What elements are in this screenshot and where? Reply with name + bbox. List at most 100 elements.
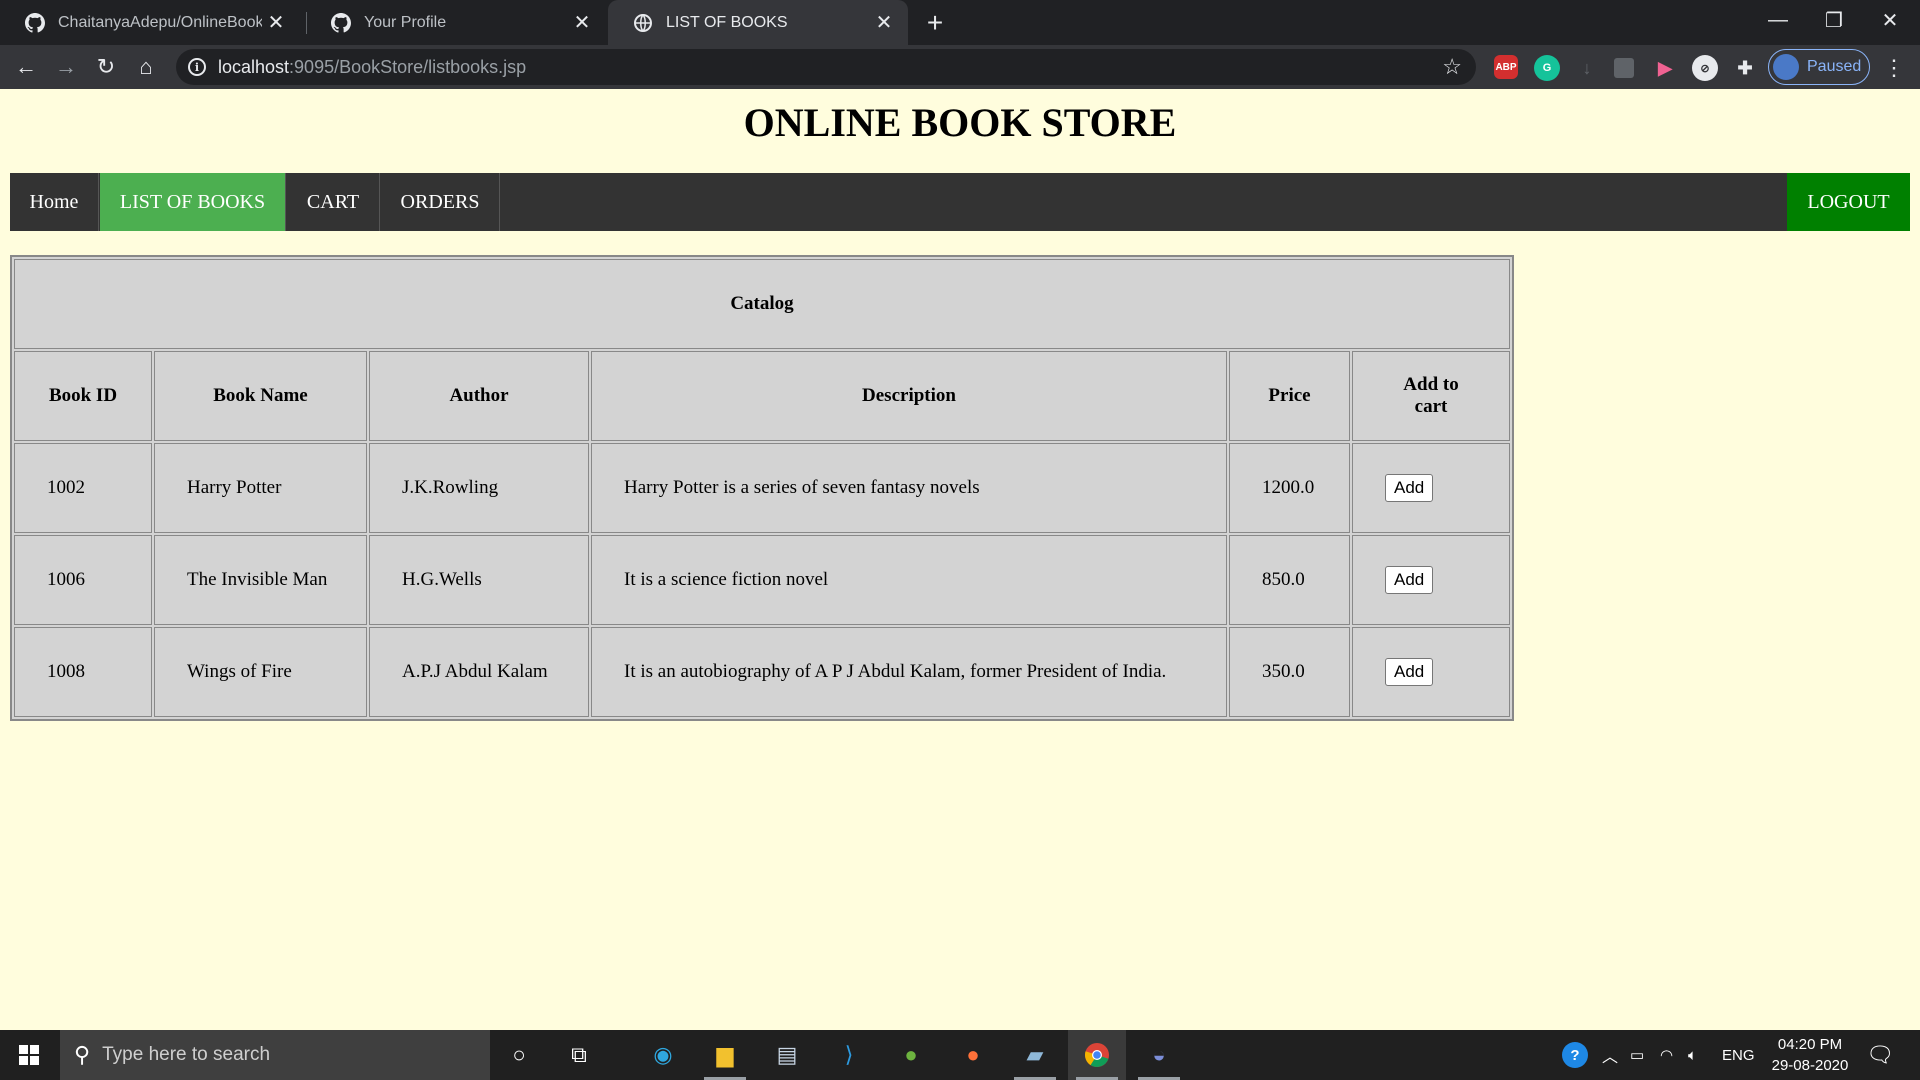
- table-caption: Catalog: [14, 259, 1510, 349]
- column-header: Author: [369, 351, 589, 441]
- book-name-cell: The Invisible Man: [154, 535, 367, 625]
- new-tab-button[interactable]: +: [918, 6, 952, 40]
- author-cell: J.K.Rowling: [369, 443, 589, 533]
- table-row: 1002 Harry Potter J.K.Rowling Harry Pott…: [14, 443, 1510, 533]
- price-cell: 850.0: [1229, 535, 1350, 625]
- wifi-icon[interactable]: ◠: [1660, 1030, 1673, 1080]
- clock-time: 04:20 PM: [1777, 1036, 1843, 1053]
- reload-icon[interactable]: ↻: [90, 51, 122, 83]
- chevron-up-icon[interactable]: ︿: [1602, 1030, 1618, 1080]
- notepad-icon[interactable]: ▰: [1006, 1030, 1064, 1080]
- restore-icon[interactable]: ❐: [1806, 0, 1862, 40]
- spring-tools-icon[interactable]: ●: [882, 1030, 940, 1080]
- close-icon[interactable]: ✕: [870, 9, 898, 37]
- chrome-icon[interactable]: [1068, 1030, 1126, 1080]
- book-id-cell: 1002: [14, 443, 152, 533]
- search-placeholder: Type here to search: [102, 1044, 271, 1065]
- back-icon[interactable]: ←: [10, 51, 42, 83]
- task-view-icon[interactable]: ⧉: [550, 1030, 608, 1080]
- tab-your-profile[interactable]: Your Profile ✕: [306, 0, 606, 45]
- column-header: Book Name: [154, 351, 367, 441]
- search-icon: ⚲: [74, 1042, 91, 1067]
- nav-list-of-books[interactable]: LIST OF BOOKS: [100, 173, 286, 231]
- globe-icon: [632, 12, 654, 34]
- browser-tab-bar: ChaitanyaAdepu/OnlineBookStor ✕ Your Pro…: [0, 0, 1920, 45]
- catalog-table: Catalog Book ID Book Name Author Descrip…: [10, 255, 1514, 721]
- logout-button[interactable]: LOGOUT: [1787, 173, 1910, 231]
- profile-button[interactable]: Paused: [1768, 49, 1870, 85]
- download-icon[interactable]: ↓: [1574, 55, 1600, 81]
- github-icon: [330, 12, 352, 34]
- battery-icon[interactable]: ▭: [1630, 1030, 1644, 1080]
- close-window-icon[interactable]: ✕: [1862, 0, 1918, 40]
- forward-icon[interactable]: →: [50, 51, 82, 83]
- table-row: 1006 The Invisible Man H.G.Wells It is a…: [14, 535, 1510, 625]
- book-id-cell: 1008: [14, 627, 152, 717]
- add-to-cart-cell: Add: [1352, 443, 1510, 533]
- book-id-cell: 1006: [14, 535, 152, 625]
- price-cell: 350.0: [1229, 627, 1350, 717]
- grammarly-icon[interactable]: G: [1534, 55, 1560, 81]
- menu-dots-icon[interactable]: ⋮: [1882, 53, 1906, 83]
- caption-row: Catalog: [14, 259, 1510, 349]
- taskbar-search-input[interactable]: ⚲ Type here to search: [60, 1030, 490, 1080]
- firefox-icon[interactable]: ●: [944, 1030, 1002, 1080]
- web-page: ONLINE BOOK STORE Home LIST OF BOOKS CAR…: [0, 89, 1920, 1030]
- table-row: 1008 Wings of Fire A.P.J Abdul Kalam It …: [14, 627, 1510, 717]
- tab-title: ChaitanyaAdepu/OnlineBookStor: [58, 13, 262, 31]
- home-icon[interactable]: ⌂: [130, 51, 162, 83]
- column-header: Price: [1229, 351, 1350, 441]
- add-to-cart-button[interactable]: Add: [1385, 658, 1434, 686]
- windows-start-icon[interactable]: [0, 1030, 58, 1080]
- github-icon: [24, 12, 46, 34]
- tab-title: Your Profile: [364, 13, 447, 31]
- browser-toolbar: ← → ↻ ⌂ i localhost:9095/BookStore/listb…: [0, 45, 1920, 89]
- tab-github-repo[interactable]: ChaitanyaAdepu/OnlineBookStor ✕: [0, 0, 300, 45]
- description-cell: It is an autobiography of A P J Abdul Ka…: [591, 627, 1227, 717]
- close-icon[interactable]: ✕: [262, 9, 290, 37]
- volume-icon[interactable]: 🔈︎: [1688, 1030, 1697, 1080]
- address-bar[interactable]: i localhost:9095/BookStore/listbooks.jsp…: [176, 49, 1476, 85]
- author-cell: H.G.Wells: [369, 535, 589, 625]
- info-icon[interactable]: i: [188, 58, 206, 76]
- adblock-icon[interactable]: ABP: [1494, 55, 1518, 79]
- bookmark-star-icon[interactable]: ☆: [1442, 54, 1462, 80]
- close-icon[interactable]: ✕: [568, 9, 596, 37]
- add-to-cart-button[interactable]: Add: [1385, 474, 1434, 502]
- header-row: Book ID Book Name Author Description Pri…: [14, 351, 1510, 441]
- file-explorer-icon[interactable]: ▆: [696, 1030, 754, 1080]
- minimize-icon[interactable]: —: [1750, 0, 1806, 40]
- add-to-cart-cell: Add: [1352, 627, 1510, 717]
- nav-home[interactable]: Home: [10, 173, 99, 231]
- clock-date: 29-08-2020: [1771, 1057, 1849, 1074]
- column-header: Description: [591, 351, 1227, 441]
- vscode-icon[interactable]: ⟩: [820, 1030, 878, 1080]
- edge-icon[interactable]: ◉: [634, 1030, 692, 1080]
- book-name-cell: Wings of Fire: [154, 627, 367, 717]
- add-to-cart-cell: Add: [1352, 535, 1510, 625]
- database-icon[interactable]: ▤: [758, 1030, 816, 1080]
- taskbar-clock[interactable]: 04:20 PM 29-08-2020: [1760, 1034, 1860, 1076]
- avatar: [1773, 54, 1799, 80]
- notification-icon[interactable]: 🗨︎: [1866, 1030, 1894, 1080]
- screencast-icon[interactable]: ▶: [1652, 55, 1678, 81]
- book-name-cell: Harry Potter: [154, 443, 367, 533]
- url-text: localhost:9095/BookStore/listbooks.jsp: [218, 56, 527, 77]
- add-to-cart-button[interactable]: Add: [1385, 566, 1434, 594]
- tab-title: LIST OF BOOKS: [666, 13, 788, 31]
- tab-list-of-books[interactable]: LIST OF BOOKS ✕: [608, 0, 908, 45]
- description-cell: Harry Potter is a series of seven fantas…: [591, 443, 1227, 533]
- language-indicator[interactable]: ENG: [1722, 1030, 1755, 1080]
- profile-status: Paused: [1807, 58, 1862, 75]
- extension-square-icon[interactable]: [1614, 58, 1634, 78]
- puzzle-extensions-icon[interactable]: ✚: [1732, 55, 1758, 81]
- author-cell: A.P.J Abdul Kalam: [369, 627, 589, 717]
- cortana-icon[interactable]: ○: [490, 1030, 548, 1080]
- nav-cart[interactable]: CART: [287, 173, 380, 231]
- nav-orders[interactable]: ORDERS: [381, 173, 500, 231]
- eclipse-icon[interactable]: ◒: [1130, 1030, 1188, 1080]
- blocker-icon[interactable]: ⊘: [1692, 55, 1718, 81]
- windows-taskbar: ⚲ Type here to search ○ ⧉ ◉ ▆ ▤ ⟩ ● ● ▰ …: [0, 1030, 1920, 1080]
- help-icon[interactable]: ?: [1562, 1030, 1588, 1080]
- price-cell: 1200.0: [1229, 443, 1350, 533]
